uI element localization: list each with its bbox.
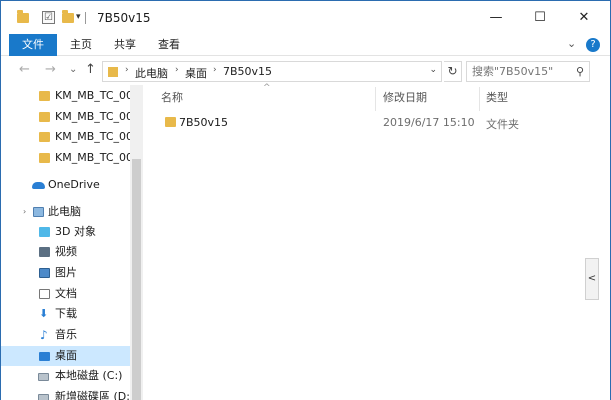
- refresh-button[interactable]: ↻: [444, 61, 462, 82]
- column-divider[interactable]: [479, 87, 480, 111]
- folder-icon: [39, 132, 50, 142]
- breadcrumb-chevron-icon[interactable]: ›: [125, 65, 129, 75]
- forward-button[interactable]: →: [45, 62, 56, 77]
- file-modified: 2019/6/17 15:10: [383, 116, 475, 129]
- close-button[interactable]: ✕: [562, 1, 606, 34]
- tab-share[interactable]: 共享: [105, 34, 145, 56]
- navigation-pane: KM_MB_TC_000 KM_MB_TC_000 KM_MB_TC_000 K…: [1, 85, 143, 400]
- drive-icon: [38, 394, 49, 400]
- minimize-button[interactable]: —: [474, 1, 518, 34]
- search-icon[interactable]: ⚲: [576, 65, 584, 78]
- address-bar[interactable]: › 此电脑 › 桌面 › 7B50v15 ⌄: [102, 61, 442, 82]
- sidebar-item-downloads[interactable]: ⬇ 下载: [1, 304, 130, 324]
- file-name[interactable]: 7B50v15: [179, 116, 228, 129]
- sidebar-item-label: 图片: [55, 266, 77, 279]
- breadcrumb-chevron-icon[interactable]: ›: [213, 65, 217, 75]
- new-folder-icon[interactable]: [62, 10, 74, 23]
- documents-icon: [39, 289, 50, 299]
- tab-home[interactable]: 主页: [61, 34, 101, 56]
- sidebar-item-label: 3D 对象: [55, 225, 96, 238]
- sidebar-item-label: KM_MB_TC_000: [55, 130, 130, 143]
- column-header-modified[interactable]: 修改日期: [383, 89, 427, 105]
- sidebar-item-label: KM_MB_TC_000: [55, 110, 130, 123]
- sidebar-item-videos[interactable]: 视频: [1, 242, 130, 262]
- search-input[interactable]: [467, 62, 567, 81]
- folder-icon: [39, 112, 50, 122]
- pane-toggle-button[interactable]: <: [585, 258, 599, 300]
- folder-icon: [165, 117, 176, 127]
- sidebar-item-desktop[interactable]: 桌面: [1, 346, 130, 366]
- sidebar-item-label: 下载: [55, 307, 77, 320]
- breadcrumb-chevron-icon[interactable]: ›: [175, 65, 179, 75]
- folder-icon: [39, 153, 50, 163]
- music-icon: ♪: [40, 328, 48, 342]
- tab-file[interactable]: 文件: [9, 34, 57, 56]
- properties-icon[interactable]: ☑: [42, 11, 55, 24]
- desktop-icon: [39, 352, 50, 361]
- sidebar-item-documents[interactable]: 文档: [1, 284, 130, 304]
- expand-chevron-icon[interactable]: ›: [23, 202, 26, 222]
- column-header-name[interactable]: 名称: [161, 89, 183, 105]
- help-icon[interactable]: ?: [586, 38, 600, 52]
- video-icon: [39, 247, 50, 257]
- folder-icon: [39, 91, 50, 101]
- sidebar-item-label: 文档: [55, 287, 77, 300]
- sidebar-item-label: OneDrive: [48, 178, 100, 191]
- computer-icon: [33, 207, 44, 217]
- onedrive-icon: [32, 182, 45, 189]
- sidebar-item-label: 桌面: [55, 349, 77, 362]
- folder-icon: [108, 67, 118, 77]
- sidebar-item-3d-objects[interactable]: 3D 对象: [1, 222, 130, 242]
- recent-locations-button[interactable]: ⌄: [69, 64, 77, 75]
- sidebar-item-label: 音乐: [55, 328, 77, 341]
- sidebar-item-km-mb-tc-1[interactable]: KM_MB_TC_000: [1, 86, 130, 106]
- sidebar-item-label: 此电脑: [48, 205, 81, 218]
- navigation-bar: ← → ⌄ ↑ › 此电脑 › 桌面 › 7B50v15 ⌄ ↻ ⚲: [1, 57, 610, 85]
- table-row[interactable]: 7B50v15 2019/6/17 15:10 文件夹: [153, 113, 573, 133]
- sidebar-item-this-pc[interactable]: › 此电脑: [1, 202, 130, 222]
- downloads-icon: ⬇: [39, 307, 49, 320]
- column-divider[interactable]: [375, 87, 376, 111]
- scrollbar-thumb[interactable]: [132, 159, 141, 400]
- explorer-window: ☑ ▾ 7B50v15 — ☐ ✕ 文件 主页 共享 查看 ⌄ ? ← → ⌄ …: [0, 0, 611, 400]
- address-dropdown-icon[interactable]: ⌄: [429, 65, 437, 75]
- back-button[interactable]: ←: [19, 62, 30, 77]
- sidebar-item-label: KM_MB_TC_000: [55, 151, 130, 164]
- search-box[interactable]: ⚲: [466, 61, 590, 82]
- breadcrumb-this-pc[interactable]: 此电脑: [135, 65, 168, 81]
- details-pane-strip: [583, 85, 610, 400]
- ribbon-expand-icon[interactable]: ⌄: [567, 37, 576, 50]
- title-separator: [85, 12, 86, 24]
- folder-icon: [17, 10, 29, 23]
- column-header-type[interactable]: 类型: [486, 89, 508, 105]
- sidebar-item-label: 新增磁碟區 (D:): [55, 390, 130, 400]
- sidebar-item-local-disk-c[interactable]: 本地磁盘 (C:): [1, 366, 130, 386]
- drive-icon: [38, 373, 49, 381]
- sidebar-item-km-mb-tc-4[interactable]: KM_MB_TC_000: [1, 148, 130, 168]
- sidebar-item-new-volume-d[interactable]: 新增磁碟區 (D:): [1, 387, 130, 400]
- ribbon-tabs: 文件 主页 共享 查看 ⌄ ?: [1, 34, 610, 56]
- sidebar-item-label: KM_MB_TC_000: [55, 89, 130, 102]
- sidebar-item-music[interactable]: ♪ 音乐: [1, 325, 130, 345]
- window-title: 7B50v15: [97, 11, 151, 25]
- breadcrumb-current[interactable]: 7B50v15: [223, 65, 272, 78]
- file-type: 文件夹: [486, 118, 519, 131]
- tab-view[interactable]: 查看: [149, 34, 189, 56]
- maximize-button[interactable]: ☐: [518, 1, 562, 34]
- sidebar-item-onedrive[interactable]: OneDrive: [1, 175, 130, 195]
- title-bar: ☑ ▾ 7B50v15 — ☐ ✕: [1, 1, 610, 34]
- up-button[interactable]: ↑: [85, 62, 96, 77]
- sidebar-item-pictures[interactable]: 图片: [1, 263, 130, 283]
- navigation-scrollbar[interactable]: [130, 85, 143, 400]
- qat-dropdown-icon[interactable]: ▾: [76, 12, 81, 22]
- sort-ascending-icon: ^: [263, 83, 271, 93]
- sidebar-item-km-mb-tc-3[interactable]: KM_MB_TC_000: [1, 127, 130, 147]
- sidebar-item-label: 本地磁盘 (C:): [55, 369, 123, 382]
- sidebar-item-km-mb-tc-2[interactable]: KM_MB_TC_000: [1, 107, 130, 127]
- pictures-icon: [39, 268, 50, 278]
- sidebar-item-label: 视频: [55, 245, 77, 258]
- file-list: 名称 ^ 修改日期 类型 7B50v15 2019/6/17 15:10 文件夹: [143, 83, 583, 400]
- breadcrumb-desktop[interactable]: 桌面: [185, 65, 207, 81]
- 3d-objects-icon: [39, 227, 50, 237]
